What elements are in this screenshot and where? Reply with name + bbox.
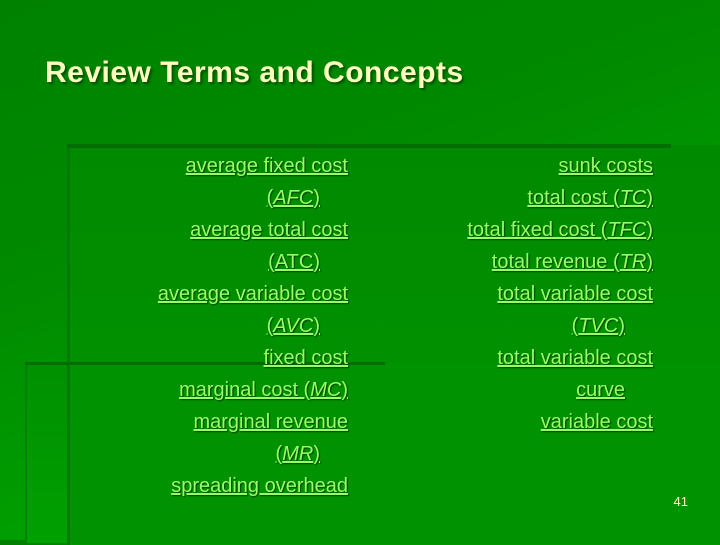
term-text: average total cost: [190, 219, 348, 241]
term-text: total cost (: [527, 187, 620, 209]
term-abbreviation: TFC: [607, 219, 647, 241]
term-second-line: (AVC): [266, 315, 320, 337]
term-abbreviation: MC: [310, 379, 342, 401]
term-text: fixed cost: [263, 347, 348, 369]
term-link[interactable]: total cost (TC): [353, 182, 653, 214]
term-link[interactable]: total variable cost curve: [353, 342, 653, 406]
decorative-divider-top: [67, 144, 671, 148]
term-abbreviation: TVC: [578, 315, 619, 337]
term-abbreviation: TC: [619, 187, 647, 209]
term-link[interactable]: average total cost (ATC): [48, 214, 348, 278]
term-abbreviation: AVC: [273, 315, 314, 337]
term-abbreviation: MR: [282, 443, 314, 465]
term-link[interactable]: average fixed cost (AFC): [48, 150, 348, 214]
term-second-line: (MR): [275, 443, 320, 465]
term-link[interactable]: variable cost: [353, 406, 653, 438]
slide-title: Review Terms and Concepts: [45, 56, 464, 89]
term-text: marginal revenue: [193, 411, 348, 433]
term-abbreviation: AFC: [273, 187, 314, 209]
term-abbreviation: ATC: [274, 251, 314, 273]
term-link[interactable]: sunk costs: [353, 150, 653, 182]
term-text: marginal cost (: [179, 379, 311, 401]
term-text: total fixed cost (: [467, 219, 608, 241]
term-link[interactable]: fixed cost: [48, 342, 348, 374]
term-link[interactable]: total variable cost (TVC): [353, 278, 653, 342]
term-text: total revenue (: [491, 251, 620, 273]
term-text: average fixed cost: [185, 155, 348, 177]
term-second-line: (ATC): [268, 251, 320, 273]
terms-column-right: sunk costs total cost (TC) total fixed cos…: [353, 150, 653, 438]
term-text: sunk costs: [558, 155, 653, 177]
term-link[interactable]: marginal cost (MC): [48, 374, 348, 406]
term-text: total variable cost: [497, 347, 653, 369]
term-text: spreading overhead: [171, 475, 348, 497]
term-link[interactable]: total revenue (TR): [353, 246, 653, 278]
term-link[interactable]: average variable cost (AVC): [48, 278, 348, 342]
term-text: variable cost: [540, 411, 653, 433]
term-link[interactable]: total fixed cost (TFC): [353, 214, 653, 246]
term-link[interactable]: marginal revenue (MR): [48, 406, 348, 470]
term-second-line: curve: [576, 379, 625, 401]
term-second-line: (TVC): [571, 315, 625, 337]
page-number: 41: [673, 494, 688, 509]
term-text: average variable cost: [157, 283, 348, 305]
term-link[interactable]: spreading overhead: [48, 470, 348, 502]
term-text: total variable cost: [497, 283, 653, 305]
term-abbreviation: TR: [619, 251, 647, 273]
term-second-line: (AFC): [266, 187, 320, 209]
terms-column-left: average fixed cost (AFC) average total co…: [48, 150, 348, 502]
